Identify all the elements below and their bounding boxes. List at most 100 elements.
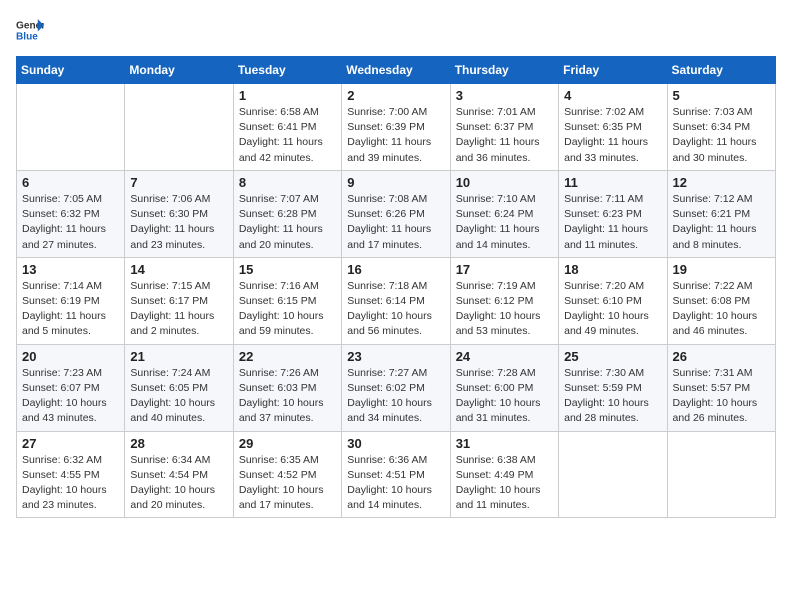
day-number: 12 <box>673 175 770 190</box>
day-detail: Sunrise: 7:27 AM Sunset: 6:02 PM Dayligh… <box>347 366 444 427</box>
day-detail: Sunrise: 7:15 AM Sunset: 6:17 PM Dayligh… <box>130 279 227 340</box>
svg-text:Blue: Blue <box>16 31 38 42</box>
day-number: 17 <box>456 262 553 277</box>
day-number: 2 <box>347 88 444 103</box>
day-detail: Sunrise: 7:10 AM Sunset: 6:24 PM Dayligh… <box>456 192 553 253</box>
logo: General Blue <box>16 16 44 44</box>
week-row-3: 13 Sunrise: 7:14 AM Sunset: 6:19 PM Dayli… <box>17 257 776 344</box>
day-detail: Sunrise: 7:06 AM Sunset: 6:30 PM Dayligh… <box>130 192 227 253</box>
weekday-header-sunday: Sunday <box>17 57 125 84</box>
day-detail: Sunrise: 6:32 AM Sunset: 4:55 PM Dayligh… <box>22 453 119 514</box>
day-detail: Sunrise: 7:01 AM Sunset: 6:37 PM Dayligh… <box>456 105 553 166</box>
calendar-cell <box>17 84 125 171</box>
calendar-cell: 17 Sunrise: 7:19 AM Sunset: 6:12 PM Dayli… <box>450 257 558 344</box>
day-number: 3 <box>456 88 553 103</box>
day-number: 27 <box>22 436 119 451</box>
day-detail: Sunrise: 7:00 AM Sunset: 6:39 PM Dayligh… <box>347 105 444 166</box>
calendar-cell: 11 Sunrise: 7:11 AM Sunset: 6:23 PM Dayli… <box>559 170 667 257</box>
calendar-cell <box>125 84 233 171</box>
day-number: 14 <box>130 262 227 277</box>
day-number: 10 <box>456 175 553 190</box>
calendar-cell: 16 Sunrise: 7:18 AM Sunset: 6:14 PM Dayli… <box>342 257 450 344</box>
day-number: 1 <box>239 88 336 103</box>
day-detail: Sunrise: 6:58 AM Sunset: 6:41 PM Dayligh… <box>239 105 336 166</box>
calendar-cell: 10 Sunrise: 7:10 AM Sunset: 6:24 PM Dayli… <box>450 170 558 257</box>
day-number: 16 <box>347 262 444 277</box>
day-detail: Sunrise: 7:20 AM Sunset: 6:10 PM Dayligh… <box>564 279 661 340</box>
day-detail: Sunrise: 7:14 AM Sunset: 6:19 PM Dayligh… <box>22 279 119 340</box>
day-number: 18 <box>564 262 661 277</box>
day-number: 21 <box>130 349 227 364</box>
logo-icon: General Blue <box>16 16 44 44</box>
day-detail: Sunrise: 7:26 AM Sunset: 6:03 PM Dayligh… <box>239 366 336 427</box>
calendar-cell: 26Sunrise: 7:31 AM Sunset: 5:57 PM Dayli… <box>667 344 775 431</box>
weekday-header-wednesday: Wednesday <box>342 57 450 84</box>
day-detail: Sunrise: 6:34 AM Sunset: 4:54 PM Dayligh… <box>130 453 227 514</box>
day-number: 25 <box>564 349 661 364</box>
day-detail: Sunrise: 7:19 AM Sunset: 6:12 PM Dayligh… <box>456 279 553 340</box>
weekday-header-friday: Friday <box>559 57 667 84</box>
day-number: 4 <box>564 88 661 103</box>
calendar-cell: 30 Sunrise: 6:36 AM Sunset: 4:51 PM Dayli… <box>342 431 450 518</box>
calendar-cell: 3 Sunrise: 7:01 AM Sunset: 6:37 PM Daylig… <box>450 84 558 171</box>
day-detail: Sunrise: 7:08 AM Sunset: 6:26 PM Dayligh… <box>347 192 444 253</box>
calendar-cell: 5Sunrise: 7:03 AM Sunset: 6:34 PM Daylig… <box>667 84 775 171</box>
day-detail: Sunrise: 7:30 AM Sunset: 5:59 PM Dayligh… <box>564 366 661 427</box>
weekday-header-row: SundayMondayTuesdayWednesdayThursdayFrid… <box>17 57 776 84</box>
day-number: 13 <box>22 262 119 277</box>
day-detail: Sunrise: 7:05 AM Sunset: 6:32 PM Dayligh… <box>22 192 119 253</box>
day-number: 30 <box>347 436 444 451</box>
calendar-cell: 7Sunrise: 7:06 AM Sunset: 6:30 PM Daylig… <box>125 170 233 257</box>
day-number: 26 <box>673 349 770 364</box>
week-row-1: 1 Sunrise: 6:58 AM Sunset: 6:41 PM Daylig… <box>17 84 776 171</box>
day-detail: Sunrise: 7:28 AM Sunset: 6:00 PM Dayligh… <box>456 366 553 427</box>
day-number: 24 <box>456 349 553 364</box>
calendar-cell: 14 Sunrise: 7:15 AM Sunset: 6:17 PM Dayli… <box>125 257 233 344</box>
day-number: 20 <box>22 349 119 364</box>
calendar-cell <box>667 431 775 518</box>
calendar-cell: 20 Sunrise: 7:23 AM Sunset: 6:07 PM Dayli… <box>17 344 125 431</box>
day-detail: Sunrise: 7:22 AM Sunset: 6:08 PM Dayligh… <box>673 279 770 340</box>
day-number: 5 <box>673 88 770 103</box>
calendar-cell: 1 Sunrise: 6:58 AM Sunset: 6:41 PM Daylig… <box>233 84 341 171</box>
calendar-cell: 24 Sunrise: 7:28 AM Sunset: 6:00 PM Dayli… <box>450 344 558 431</box>
calendar-cell: 22Sunrise: 7:26 AM Sunset: 6:03 PM Dayli… <box>233 344 341 431</box>
day-detail: Sunrise: 7:02 AM Sunset: 6:35 PM Dayligh… <box>564 105 661 166</box>
day-detail: Sunrise: 7:24 AM Sunset: 6:05 PM Dayligh… <box>130 366 227 427</box>
day-number: 23 <box>347 349 444 364</box>
day-detail: Sunrise: 7:12 AM Sunset: 6:21 PM Dayligh… <box>673 192 770 253</box>
day-detail: Sunrise: 7:07 AM Sunset: 6:28 PM Dayligh… <box>239 192 336 253</box>
day-number: 9 <box>347 175 444 190</box>
day-detail: Sunrise: 7:23 AM Sunset: 6:07 PM Dayligh… <box>22 366 119 427</box>
calendar-cell <box>559 431 667 518</box>
week-row-2: 6 Sunrise: 7:05 AM Sunset: 6:32 PM Daylig… <box>17 170 776 257</box>
day-number: 15 <box>239 262 336 277</box>
day-number: 19 <box>673 262 770 277</box>
day-number: 8 <box>239 175 336 190</box>
week-row-5: 27 Sunrise: 6:32 AM Sunset: 4:55 PM Dayli… <box>17 431 776 518</box>
page-header: General Blue <box>16 16 776 44</box>
weekday-header-thursday: Thursday <box>450 57 558 84</box>
day-detail: Sunrise: 7:18 AM Sunset: 6:14 PM Dayligh… <box>347 279 444 340</box>
calendar-cell: 29Sunrise: 6:35 AM Sunset: 4:52 PM Dayli… <box>233 431 341 518</box>
weekday-header-tuesday: Tuesday <box>233 57 341 84</box>
calendar-cell: 2 Sunrise: 7:00 AM Sunset: 6:39 PM Daylig… <box>342 84 450 171</box>
calendar-cell: 23 Sunrise: 7:27 AM Sunset: 6:02 PM Dayli… <box>342 344 450 431</box>
day-detail: Sunrise: 7:11 AM Sunset: 6:23 PM Dayligh… <box>564 192 661 253</box>
week-row-4: 20 Sunrise: 7:23 AM Sunset: 6:07 PM Dayli… <box>17 344 776 431</box>
calendar-cell: 13 Sunrise: 7:14 AM Sunset: 6:19 PM Dayli… <box>17 257 125 344</box>
weekday-header-saturday: Saturday <box>667 57 775 84</box>
calendar-cell: 19 Sunrise: 7:22 AM Sunset: 6:08 PM Dayli… <box>667 257 775 344</box>
day-detail: Sunrise: 6:35 AM Sunset: 4:52 PM Dayligh… <box>239 453 336 514</box>
calendar-cell: 15Sunrise: 7:16 AM Sunset: 6:15 PM Dayli… <box>233 257 341 344</box>
calendar-cell: 6 Sunrise: 7:05 AM Sunset: 6:32 PM Daylig… <box>17 170 125 257</box>
calendar-cell: 18 Sunrise: 7:20 AM Sunset: 6:10 PM Dayli… <box>559 257 667 344</box>
day-number: 11 <box>564 175 661 190</box>
calendar-cell: 21 Sunrise: 7:24 AM Sunset: 6:05 PM Dayli… <box>125 344 233 431</box>
weekday-header-monday: Monday <box>125 57 233 84</box>
calendar-cell: 28Sunrise: 6:34 AM Sunset: 4:54 PM Dayli… <box>125 431 233 518</box>
day-detail: Sunrise: 6:36 AM Sunset: 4:51 PM Dayligh… <box>347 453 444 514</box>
calendar-cell: 27 Sunrise: 6:32 AM Sunset: 4:55 PM Dayli… <box>17 431 125 518</box>
day-number: 6 <box>22 175 119 190</box>
calendar-cell: 31Sunrise: 6:38 AM Sunset: 4:49 PM Dayli… <box>450 431 558 518</box>
